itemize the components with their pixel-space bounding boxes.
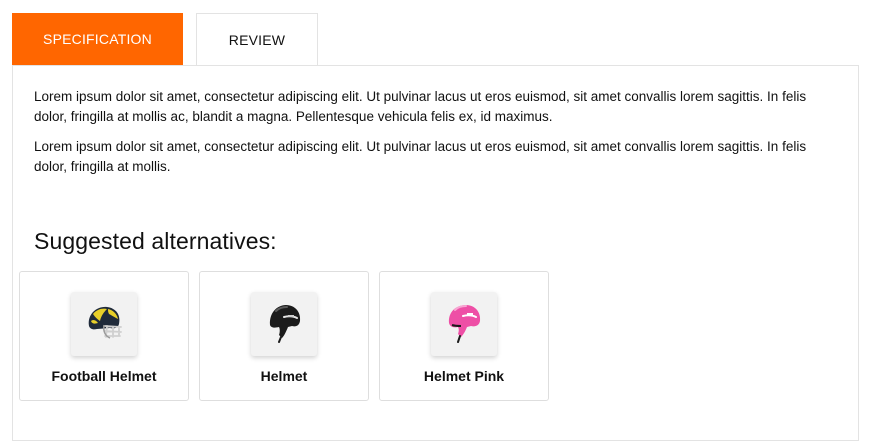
- tab-review-label: REVIEW: [228, 31, 286, 48]
- product-name: Helmet: [260, 368, 308, 384]
- pink-helmet-icon: [444, 301, 484, 348]
- tab-bar: SPECIFICATION REVIEW: [12, 13, 318, 65]
- description-paragraph: Lorem ipsum dolor sit amet, consectetur …: [34, 139, 807, 174]
- product-thumbnail: [251, 292, 317, 356]
- ski-helmet-icon: [264, 301, 304, 348]
- football-helmet-icon: [83, 302, 125, 347]
- product-card-helmet[interactable]: Helmet: [199, 271, 369, 401]
- product-card-football-helmet[interactable]: Football Helmet: [19, 271, 189, 401]
- tab-review[interactable]: REVIEW: [196, 13, 318, 65]
- product-name: Football Helmet: [51, 368, 157, 384]
- tab-specification[interactable]: SPECIFICATION: [12, 13, 183, 65]
- description-paragraph: Lorem ipsum dolor sit amet, consectetur …: [34, 89, 807, 124]
- product-details-widget: SPECIFICATION REVIEW Lorem ipsum dolor s…: [0, 0, 871, 443]
- product-thumbnail: [431, 292, 497, 356]
- product-card-helmet-pink[interactable]: Helmet Pink: [379, 271, 549, 401]
- tab-specification-label: SPECIFICATION: [43, 31, 152, 47]
- suggested-alternatives-heading: Suggested alternatives:: [34, 228, 277, 254]
- product-name: Helmet Pink: [423, 368, 505, 384]
- product-thumbnail: [71, 292, 137, 356]
- tab-panel-specification: Lorem ipsum dolor sit amet, consectetur …: [12, 65, 859, 441]
